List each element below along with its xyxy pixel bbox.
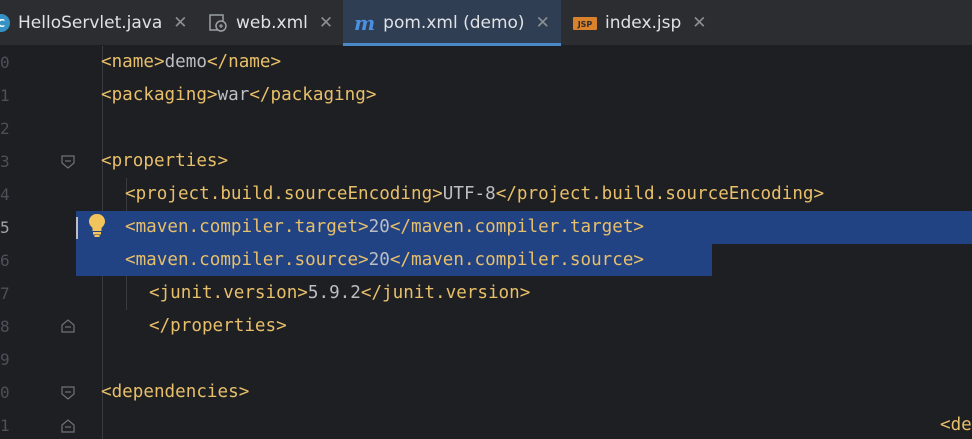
code-line: <name>demo</name> <box>101 46 281 79</box>
intention-bulb-icon[interactable] <box>86 212 108 238</box>
xml-tag: <project.build.sourceEncoding> <box>125 184 443 204</box>
xml-tag: </name> <box>206 52 282 72</box>
xml-text: 20 <box>368 250 390 270</box>
xml-tag: <junit.version> <box>149 283 308 303</box>
tab-helloservlet-java[interactable]: C HelloServlet.java ✕ <box>0 0 188 46</box>
code-line: <maven.compiler.target>20</maven.compile… <box>125 211 644 244</box>
change-marker <box>76 217 78 239</box>
xml-tag: </maven.compiler.source> <box>389 250 645 270</box>
java-class-icon: C <box>0 14 10 32</box>
close-icon[interactable]: ✕ <box>536 13 550 33</box>
tab-label: HelloServlet.java <box>18 13 163 33</box>
xml-tag: </project.build.sourceEncoding> <box>495 184 825 204</box>
code-line: <dependencies> <box>101 376 249 409</box>
xml-text: 20 <box>368 217 390 237</box>
xml-tag: <packaging> <box>101 85 218 105</box>
xml-tag: </packaging> <box>249 85 377 105</box>
tab-label: pom.xml (demo) <box>383 13 525 33</box>
close-icon[interactable]: ✕ <box>319 13 333 33</box>
code-line: </properties> <box>149 310 287 343</box>
xml-tag: </properties> <box>149 316 287 336</box>
xml-text: demo <box>164 52 207 72</box>
tab-label: index.jsp <box>605 13 682 33</box>
code-line: <properties> <box>101 145 228 178</box>
close-icon[interactable]: ✕ <box>692 13 706 33</box>
xml-tag: <maven.compiler.target> <box>125 217 369 237</box>
code-line: <maven.compiler.source>20</maven.compile… <box>125 244 644 277</box>
xml-tag: </junit.version> <box>360 283 531 303</box>
svg-text:JSP: JSP <box>577 20 593 29</box>
code-line: <project.build.sourceEncoding>UTF-8</pro… <box>125 178 824 211</box>
jsp-icon: JSP <box>573 15 597 31</box>
code-line: <de <box>940 409 972 439</box>
xml-tag: <properties> <box>101 151 229 171</box>
code-editor[interactable]: <name>demo</name> <packaging>war</packag… <box>0 46 972 439</box>
xml-tag: <de <box>940 415 972 435</box>
web-xml-icon <box>209 14 227 32</box>
xml-tag: <name> <box>101 52 165 72</box>
tab-pom-xml[interactable]: m pom.xml (demo) ✕ <box>343 0 561 46</box>
close-icon[interactable]: ✕ <box>173 13 187 33</box>
editor-tab-bar: C HelloServlet.java ✕ web.xml ✕ m pom.xm… <box>0 0 972 46</box>
xml-text: war <box>217 85 250 105</box>
maven-icon: m <box>354 11 376 35</box>
xml-tag: <dependencies> <box>101 382 250 402</box>
xml-tag: </maven.compiler.target> <box>389 217 645 237</box>
code-line: <junit.version>5.9.2</junit.version> <box>149 277 530 310</box>
xml-text: UTF-8 <box>442 184 496 204</box>
xml-text: 5.9.2 <box>307 283 361 303</box>
tab-web-xml[interactable]: web.xml ✕ <box>209 0 333 46</box>
tab-label: web.xml <box>236 13 308 33</box>
tab-index-jsp[interactable]: JSP index.jsp ✕ <box>573 0 707 46</box>
code-line: <packaging>war</packaging> <box>101 79 376 112</box>
xml-tag: <maven.compiler.source> <box>125 250 369 270</box>
